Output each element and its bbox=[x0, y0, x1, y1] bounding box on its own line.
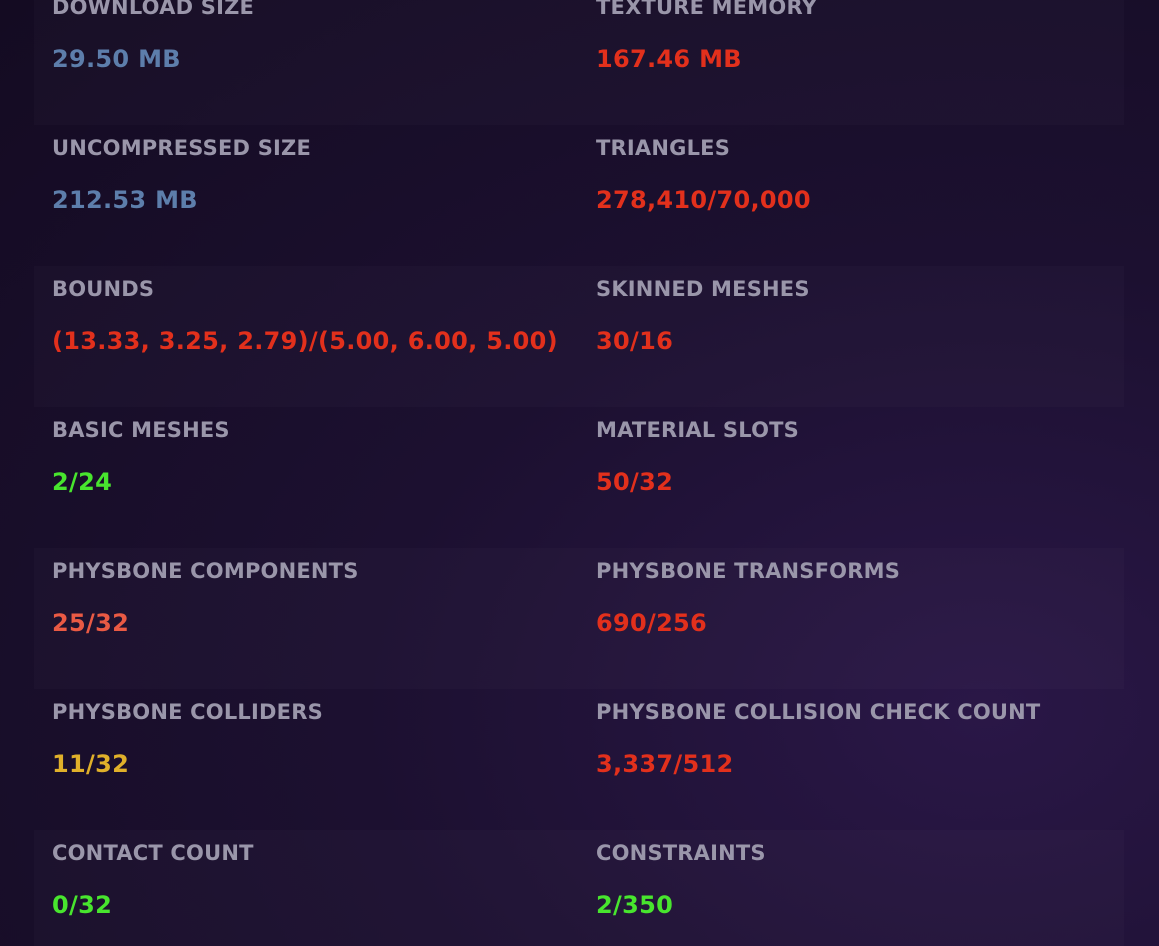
stat-contact-count: CONTACT COUNT 0/32 bbox=[52, 830, 582, 946]
stat-value: 25/32 bbox=[52, 609, 130, 637]
stat-bounds: BOUNDS (13.33, 3.25, 2.79)/(5.00, 6.00, … bbox=[52, 266, 582, 407]
stat-label: DOWNLOAD SIZE bbox=[52, 0, 255, 19]
stat-value: (13.33, 3.25, 2.79)/(5.00, 6.00, 5.00) bbox=[52, 327, 558, 355]
stat-value: 30/16 bbox=[596, 327, 674, 355]
stat-label: BOUNDS bbox=[52, 277, 155, 301]
stat-label: UNCOMPRESSED SIZE bbox=[52, 136, 311, 160]
stat-uncompressed-size: UNCOMPRESSED SIZE 212.53 MB bbox=[52, 125, 582, 266]
stat-label: TEXTURE MEMORY bbox=[596, 0, 818, 19]
stat-row: UNCOMPRESSED SIZE 212.53 MB TRIANGLES 27… bbox=[34, 125, 1124, 266]
stat-label: BASIC MESHES bbox=[52, 418, 230, 442]
stat-triangles: TRIANGLES 278,410/70,000 bbox=[596, 125, 1116, 266]
stat-value: 690/256 bbox=[596, 609, 708, 637]
stat-constraints: CONSTRAINTS 2/350 bbox=[596, 830, 1116, 946]
stat-basic-meshes: BASIC MESHES 2/24 bbox=[52, 407, 582, 548]
stat-physbone-components: PHYSBONE COMPONENTS 25/32 bbox=[52, 548, 582, 689]
stat-physbone-collision-check-count: PHYSBONE COLLISION CHECK COUNT 3,337/512 bbox=[596, 689, 1116, 830]
stat-row: PHYSBONE COLLIDERS 11/32 PHYSBONE COLLIS… bbox=[34, 689, 1124, 830]
stat-value: 212.53 MB bbox=[52, 186, 198, 214]
stat-texture-memory: TEXTURE MEMORY 167.46 MB bbox=[596, 0, 1116, 125]
stat-row: DOWNLOAD SIZE 29.50 MB TEXTURE MEMORY 16… bbox=[34, 0, 1124, 125]
stat-label: PHYSBONE COLLISION CHECK COUNT bbox=[596, 700, 1041, 724]
stat-label: SKINNED MESHES bbox=[596, 277, 810, 301]
stat-row: BASIC MESHES 2/24 MATERIAL SLOTS 50/32 bbox=[34, 407, 1124, 548]
stat-value: 3,337/512 bbox=[596, 750, 734, 778]
stat-skinned-meshes: SKINNED MESHES 30/16 bbox=[596, 266, 1116, 407]
stat-label: CONTACT COUNT bbox=[52, 841, 254, 865]
stat-physbone-transforms: PHYSBONE TRANSFORMS 690/256 bbox=[596, 548, 1116, 689]
stat-label: PHYSBONE TRANSFORMS bbox=[596, 559, 901, 583]
stat-value: 0/32 bbox=[52, 891, 113, 919]
stat-label: MATERIAL SLOTS bbox=[596, 418, 799, 442]
stat-row: PHYSBONE COMPONENTS 25/32 PHYSBONE TRANS… bbox=[34, 548, 1124, 689]
stat-value: 2/24 bbox=[52, 468, 113, 496]
stat-value: 278,410/70,000 bbox=[596, 186, 811, 214]
stat-download-size: DOWNLOAD SIZE 29.50 MB bbox=[52, 0, 582, 125]
performance-stats-panel: DOWNLOAD SIZE 29.50 MB TEXTURE MEMORY 16… bbox=[0, 0, 1159, 946]
stat-value: 11/32 bbox=[52, 750, 130, 778]
stat-label: PHYSBONE COLLIDERS bbox=[52, 700, 323, 724]
stat-label: TRIANGLES bbox=[596, 136, 731, 160]
stat-value: 2/350 bbox=[596, 891, 674, 919]
stat-physbone-colliders: PHYSBONE COLLIDERS 11/32 bbox=[52, 689, 582, 830]
stat-row: CONTACT COUNT 0/32 CONSTRAINTS 2/350 bbox=[34, 830, 1124, 946]
stat-label: CONSTRAINTS bbox=[596, 841, 766, 865]
stat-material-slots: MATERIAL SLOTS 50/32 bbox=[596, 407, 1116, 548]
stat-row: BOUNDS (13.33, 3.25, 2.79)/(5.00, 6.00, … bbox=[34, 266, 1124, 407]
stat-value: 167.46 MB bbox=[596, 45, 742, 73]
stat-value: 29.50 MB bbox=[52, 45, 181, 73]
stat-label: PHYSBONE COMPONENTS bbox=[52, 559, 359, 583]
stat-value: 50/32 bbox=[596, 468, 674, 496]
